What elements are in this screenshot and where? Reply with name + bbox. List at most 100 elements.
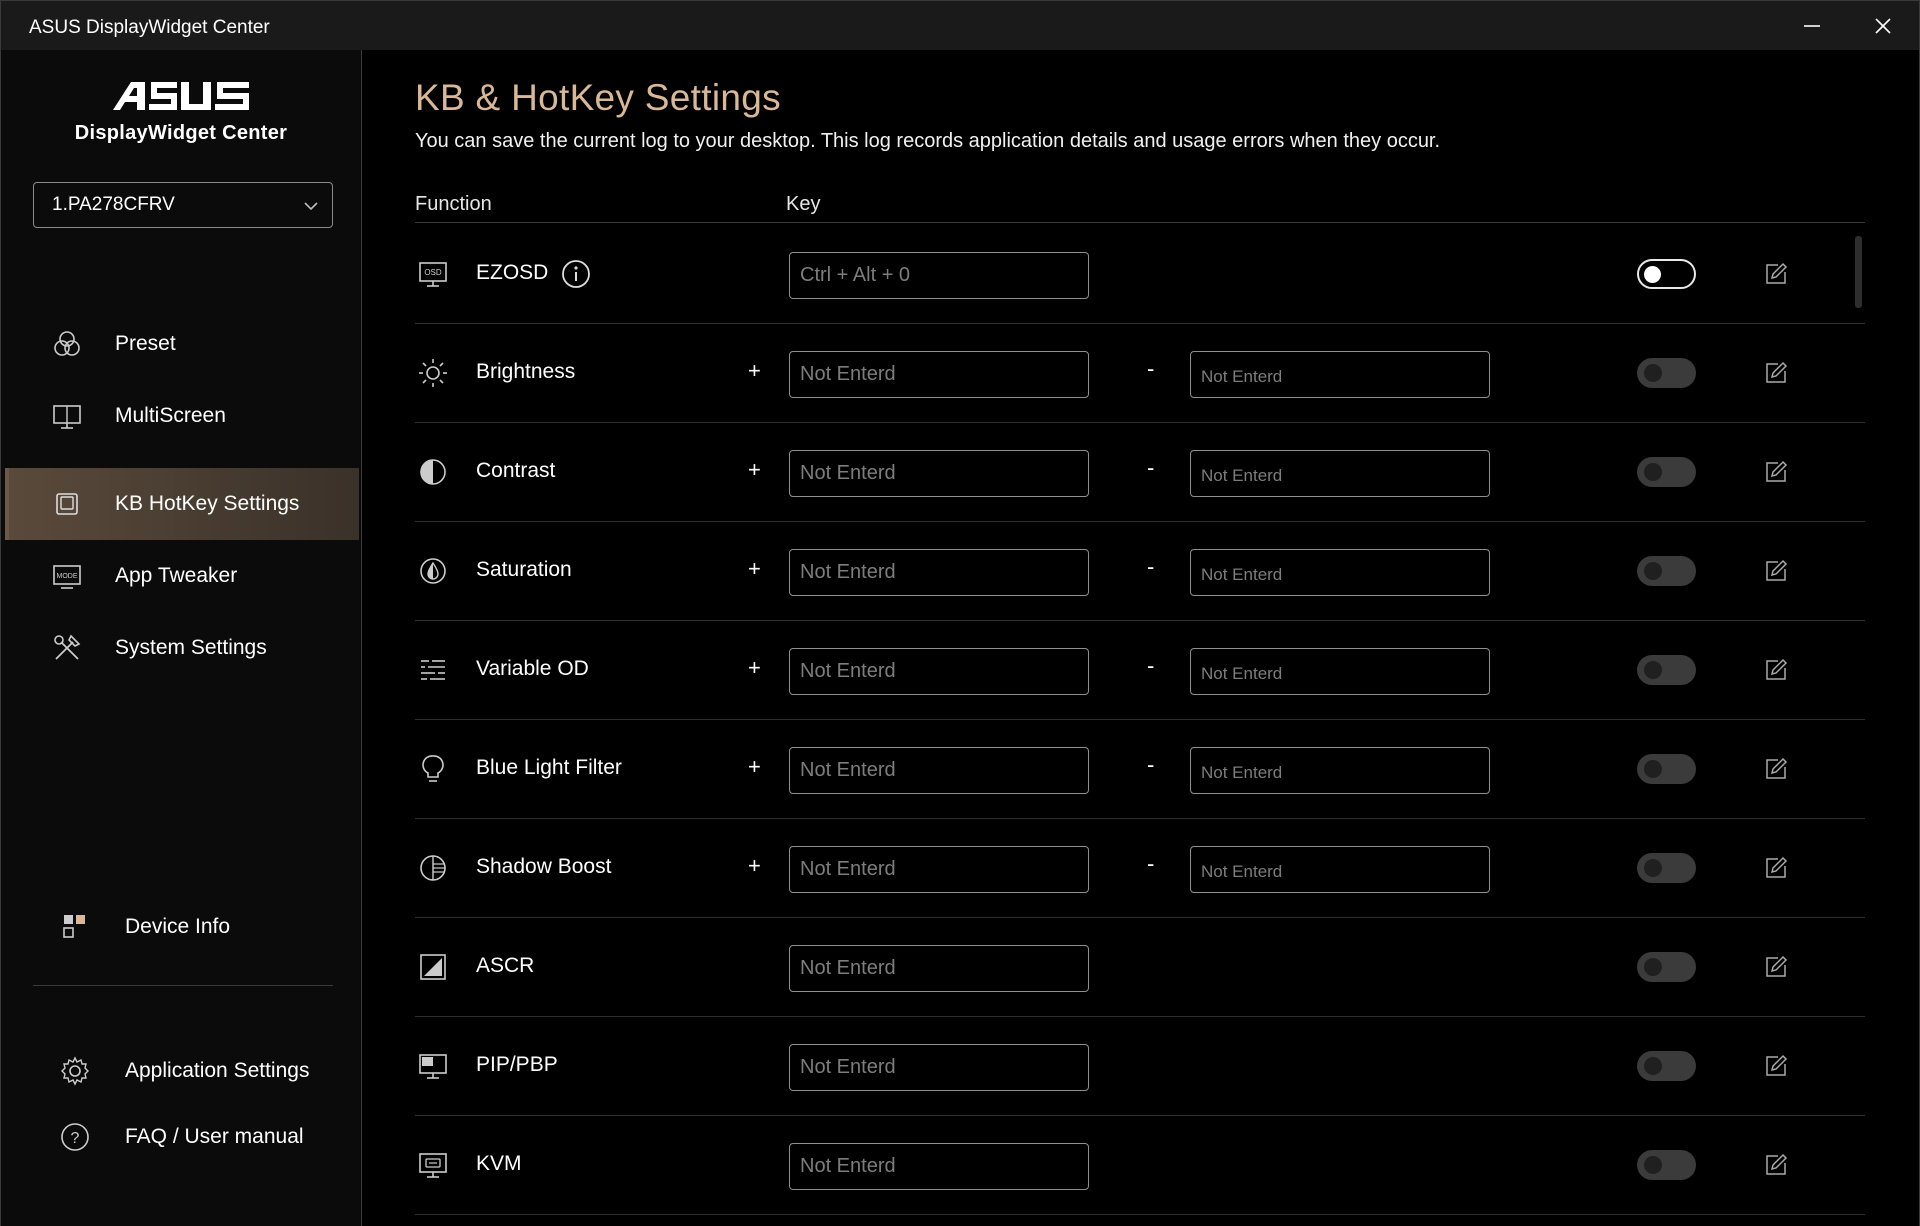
sidebar: DisplayWidget Center 1.PA278CFRV Preset …	[0, 50, 362, 1226]
asus-logo	[113, 82, 249, 110]
sidebar-item-preset[interactable]: Preset	[5, 308, 359, 380]
page-title: KB & HotKey Settings	[415, 77, 781, 118]
hotkey-toggle[interactable]	[1637, 655, 1696, 685]
hotkey-toggle[interactable]	[1637, 1150, 1696, 1180]
hotkey-toggle[interactable]	[1637, 556, 1696, 586]
toggle-knob	[1644, 463, 1662, 481]
pip-pbp-icon	[415, 1048, 451, 1084]
edit-icon[interactable]	[1764, 460, 1788, 484]
main-panel: KB & HotKey Settings You can save the cu…	[362, 50, 1920, 1226]
faq-link[interactable]: ? FAQ / User manual	[57, 1112, 357, 1162]
decrease-key-input[interactable]	[1190, 450, 1490, 497]
contrast-icon	[415, 454, 451, 490]
toggle-knob	[1644, 364, 1662, 382]
toggle-knob	[1644, 266, 1661, 283]
device-info-label: Device Info	[125, 915, 231, 938]
help-icon: ?	[57, 1119, 93, 1155]
sidebar-item-kb-hotkey-settings[interactable]: KB HotKey Settings	[5, 468, 359, 540]
decrease-label: -	[1147, 752, 1155, 777]
hotkey-input[interactable]	[789, 1044, 1089, 1091]
sidebar-item-multiscreen[interactable]: MultiScreen	[5, 380, 359, 452]
decrease-key-input[interactable]	[1190, 846, 1490, 893]
function-label: KVM	[476, 1152, 522, 1175]
decrease-label: -	[1147, 455, 1155, 480]
decrease-key-input[interactable]	[1190, 747, 1490, 794]
decrease-key-input[interactable]	[1190, 648, 1490, 695]
hotkey-row-shadow-boost: Shadow Boost + -	[415, 819, 1865, 918]
hotkey-toggle[interactable]	[1637, 853, 1696, 883]
column-header-key: Key	[786, 193, 821, 215]
minimize-button[interactable]	[1782, 1, 1842, 51]
shadow-boost-icon	[415, 850, 451, 886]
edit-icon[interactable]	[1764, 361, 1788, 385]
toggle-knob	[1644, 958, 1662, 976]
application-settings-label: Application Settings	[125, 1059, 310, 1082]
increase-label: +	[748, 556, 761, 581]
decrease-label: -	[1147, 851, 1155, 876]
hotkey-toggle[interactable]	[1637, 358, 1696, 388]
svg-text:OSD: OSD	[424, 268, 442, 277]
brightness-icon	[415, 355, 451, 391]
edit-icon[interactable]	[1764, 757, 1788, 781]
edit-icon[interactable]	[1764, 1054, 1788, 1078]
function-label: Shadow Boost	[476, 855, 612, 878]
function-label: ASCR	[476, 954, 535, 977]
increase-key-input[interactable]	[789, 648, 1089, 695]
hotkey-toggle[interactable]	[1637, 952, 1696, 982]
hotkey-row-ezosd: OSD EZOSD	[415, 225, 1865, 324]
device-info-link[interactable]: Device Info	[57, 902, 357, 952]
brand: DisplayWidget Center	[1, 80, 361, 145]
decrease-key-input[interactable]	[1190, 549, 1490, 596]
hotkey-toggle[interactable]	[1637, 457, 1696, 487]
increase-key-input[interactable]	[789, 747, 1089, 794]
application-settings-link[interactable]: Application Settings	[57, 1046, 357, 1096]
toggle-knob	[1644, 661, 1662, 679]
increase-key-input[interactable]	[789, 549, 1089, 596]
preset-icon	[49, 326, 85, 362]
multiscreen-icon	[49, 398, 85, 434]
hotkey-input[interactable]	[789, 945, 1089, 992]
sidebar-item-app-tweaker[interactable]: MODE App Tweaker	[5, 540, 359, 612]
minimize-icon	[1804, 25, 1820, 27]
title-bar: ASUS DisplayWidget Center	[0, 0, 1920, 50]
close-icon	[1875, 18, 1891, 34]
toggle-knob	[1644, 562, 1662, 580]
edit-icon[interactable]	[1764, 955, 1788, 979]
sidebar-item-label: MultiScreen	[115, 404, 226, 427]
hotkey-toggle[interactable]	[1637, 1051, 1696, 1081]
hotkey-input[interactable]	[789, 252, 1089, 299]
edit-icon[interactable]	[1764, 856, 1788, 880]
hotkey-row-contrast: Contrast + -	[415, 423, 1865, 522]
system-settings-icon	[49, 630, 85, 666]
toggle-knob	[1644, 1156, 1662, 1174]
increase-key-input[interactable]	[789, 450, 1089, 497]
edit-icon[interactable]	[1764, 658, 1788, 682]
hotkey-toggle[interactable]	[1637, 259, 1696, 289]
hotkey-toggle[interactable]	[1637, 754, 1696, 784]
info-icon[interactable]	[560, 258, 592, 290]
increase-key-input[interactable]	[789, 846, 1089, 893]
hotkey-row-pip-pbp: PIP/PBP	[415, 1017, 1865, 1116]
increase-key-input[interactable]	[789, 351, 1089, 398]
edit-icon[interactable]	[1764, 559, 1788, 583]
increase-label: +	[748, 754, 761, 779]
svg-text:?: ?	[71, 1130, 80, 1147]
hotkey-input[interactable]	[789, 1143, 1089, 1190]
device-select[interactable]: 1.PA278CFRV	[33, 182, 333, 228]
close-button[interactable]	[1853, 1, 1913, 51]
edit-icon[interactable]	[1764, 262, 1788, 286]
sidebar-item-label: KB HotKey Settings	[115, 492, 300, 515]
decrease-label: -	[1147, 356, 1155, 381]
sidebar-divider	[33, 985, 333, 986]
function-label: Blue Light Filter	[476, 756, 622, 779]
sidebar-item-system-settings[interactable]: System Settings	[5, 612, 359, 684]
edit-icon[interactable]	[1764, 1153, 1788, 1177]
sidebar-item-label: System Settings	[115, 636, 267, 659]
kb-hotkey-icon	[49, 486, 85, 522]
decrease-label: -	[1147, 554, 1155, 579]
decrease-key-input[interactable]	[1190, 351, 1490, 398]
function-label: EZOSD	[476, 261, 549, 284]
increase-label: +	[748, 853, 761, 878]
decrease-label: -	[1147, 653, 1155, 678]
hotkey-row-blue-light-filter: Blue Light Filter + -	[415, 720, 1865, 819]
